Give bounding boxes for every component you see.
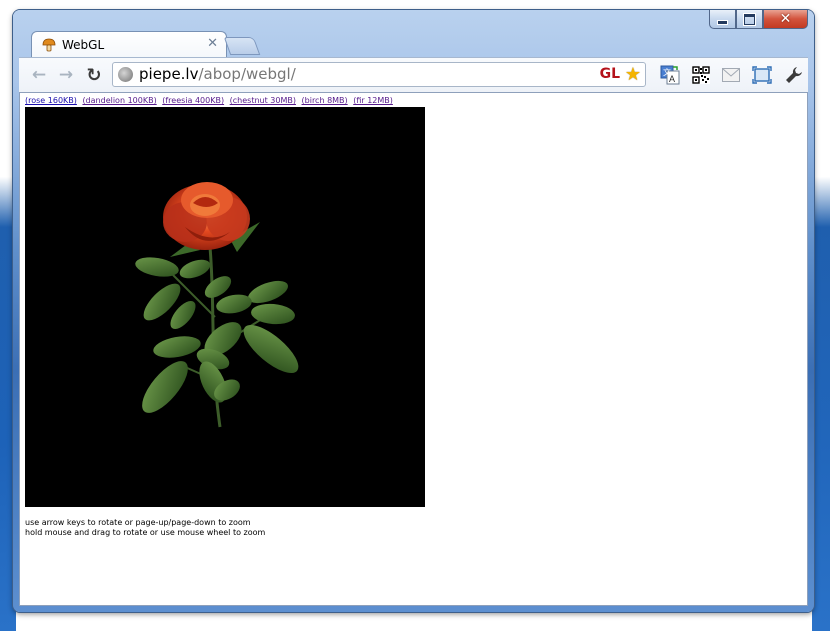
browser-window: ✕ WebGL ✕ ← → ↻ piepe.lv/abop/webgl/ GL … <box>13 10 814 612</box>
back-button[interactable]: ← <box>28 64 50 86</box>
wrench-icon <box>786 67 802 83</box>
model-links: (rose 160KB) (dandelion 100KB) (freesia … <box>25 96 396 105</box>
tab-title: WebGL <box>62 38 105 52</box>
link-chestnut[interactable]: (chestnut 30MB) <box>230 96 296 105</box>
webgl-canvas[interactable] <box>25 107 425 507</box>
minimize-button[interactable] <box>709 10 736 29</box>
qr-code-button[interactable] <box>690 64 712 86</box>
desktop-background-right <box>812 0 830 631</box>
link-birch[interactable]: (birch 8MB) <box>302 96 348 105</box>
url-host: piepe.lv <box>139 65 199 83</box>
fullscreen-icon <box>752 66 772 84</box>
gl-badge-icon[interactable]: GL <box>600 66 620 82</box>
forward-button[interactable]: → <box>55 64 77 86</box>
translate-icon: A 文 <box>660 65 680 85</box>
link-dandelion[interactable]: (dandelion 100KB) <box>82 96 156 105</box>
link-freesia[interactable]: (freesia 400KB) <box>162 96 224 105</box>
forward-icon: → <box>58 65 74 85</box>
help-line-mouse: hold mouse and drag to rotate or use mou… <box>25 528 266 537</box>
reload-icon: ↻ <box>86 64 102 86</box>
globe-icon <box>118 67 133 82</box>
reload-button[interactable]: ↻ <box>83 64 105 86</box>
tab-close-icon[interactable]: ✕ <box>207 36 218 51</box>
qr-code-icon <box>692 66 710 84</box>
back-icon: ← <box>31 65 47 85</box>
fullscreen-button[interactable] <box>751 64 773 86</box>
toolbar: ← → ↻ piepe.lv/abop/webgl/ GL ★ A 文 <box>19 57 808 93</box>
star-icon[interactable]: ★ <box>625 64 641 85</box>
help-text: use arrow keys to rotate or page-up/page… <box>25 518 265 538</box>
page-viewport: (rose 160KB) (dandelion 100KB) (freesia … <box>19 92 808 606</box>
svg-text:文: 文 <box>663 67 671 77</box>
wrench-menu-button[interactable] <box>783 64 805 86</box>
translate-button[interactable]: A 文 <box>659 64 681 86</box>
url-path: /abop/webgl/ <box>198 65 296 83</box>
minimize-icon <box>718 20 727 24</box>
caption-buttons: ✕ <box>709 10 808 29</box>
address-bar[interactable]: piepe.lv/abop/webgl/ GL ★ <box>112 62 646 87</box>
mushroom-icon <box>42 38 56 52</box>
mail-button[interactable] <box>720 64 742 86</box>
link-rose[interactable]: (rose 160KB) <box>25 96 77 105</box>
help-line-keys: use arrow keys to rotate or page-up/page… <box>25 518 251 527</box>
maximize-button[interactable] <box>736 10 763 29</box>
link-fir[interactable]: (fir 12MB) <box>353 96 393 105</box>
close-button[interactable]: ✕ <box>763 10 808 29</box>
rose-model-image <box>135 182 299 428</box>
maximize-icon <box>744 13 755 25</box>
url-text[interactable]: piepe.lv/abop/webgl/ <box>139 65 296 83</box>
mail-icon <box>722 68 740 82</box>
tab-webgl[interactable]: WebGL ✕ <box>31 31 227 58</box>
new-tab-button[interactable] <box>223 37 261 55</box>
close-icon: ✕ <box>779 11 792 27</box>
